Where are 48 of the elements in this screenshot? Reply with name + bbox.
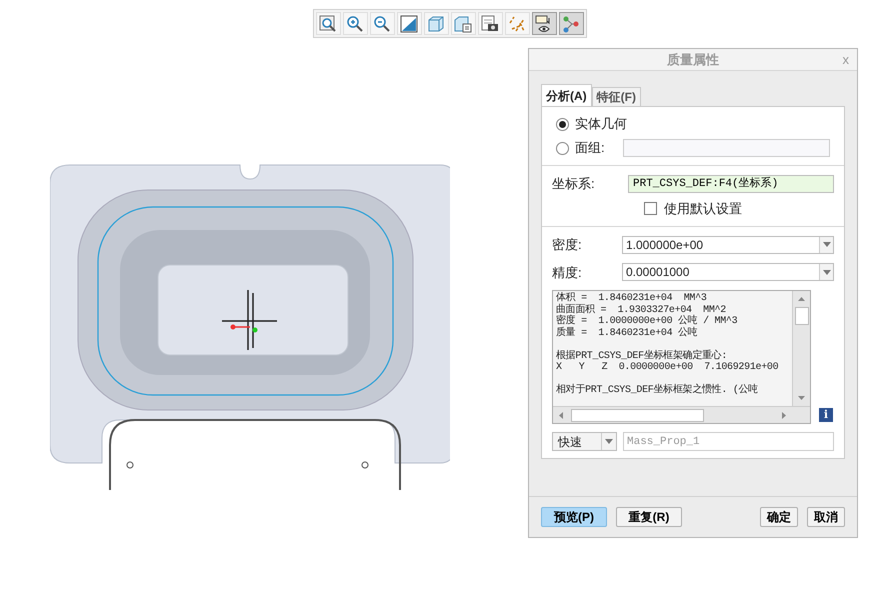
- radio-label: 面组:: [575, 139, 605, 158]
- scroll-thumb[interactable]: [571, 408, 704, 422]
- checkbox[interactable]: [644, 202, 657, 215]
- combo-value: 0.00001000: [625, 264, 690, 280]
- field-label: 坐标系:: [552, 175, 595, 193]
- zoom-in-icon: [346, 14, 364, 32]
- toolbar-button[interactable]: [532, 12, 556, 35]
- tab[interactable]: 特征(F): [592, 87, 641, 106]
- cube-icon: [427, 14, 445, 32]
- name-field[interactable]: Mass_Prop_1: [623, 432, 834, 451]
- dialog-button[interactable]: 取消: [807, 507, 845, 527]
- left-arrow-icon: [559, 412, 563, 418]
- cube-list-icon: [454, 14, 472, 32]
- vertical-scrollbar[interactable]: [792, 291, 810, 406]
- radio-button[interactable]: [556, 142, 569, 154]
- camera-icon: [481, 14, 499, 32]
- tab[interactable]: 分析(A): [541, 84, 592, 106]
- radio-button[interactable]: [556, 118, 569, 130]
- checkbox-label: 使用默认设置: [664, 200, 742, 218]
- radio-label: 实体几何: [575, 115, 627, 134]
- mode-dropdown[interactable]: 快速: [552, 432, 617, 451]
- datum-icon: [508, 14, 526, 32]
- combo-box[interactable]: 1.000000e+00: [622, 236, 834, 254]
- info-button[interactable]: i: [819, 408, 833, 422]
- results-text: 体积 = 1.8460231e+04 MM^3 曲面面积 = 1.9303327e+04 MM^2 密度 = 1.0000000e+00 公吨 / MM^3 质量 = 1.8460231e+04 公吨 根据PRT_CSYS_DEF坐标框架确定重心: X Y Z 0.0000000e+00 7.1069291e+00 相对于PRT_CSYS_DEF坐标框架之惯性. (公吨: [555, 291, 780, 398]
- horizontal-scrollbar[interactable]: [553, 406, 810, 423]
- up-arrow-icon: [798, 297, 805, 301]
- dialog-button[interactable]: 预览(P): [541, 507, 607, 527]
- zoom-out-icon: [373, 14, 391, 32]
- caret-icon: [605, 439, 613, 444]
- zoom-fit-icon: [319, 14, 337, 32]
- nodes-icon: [562, 14, 580, 32]
- field-label: 密度:: [552, 236, 582, 254]
- dialog-title: 质量属性: [667, 50, 719, 69]
- csys-field[interactable]: PRT_CSYS_DEF:F4(坐标系): [628, 174, 834, 193]
- caret-icon: [822, 242, 830, 248]
- down-arrow-icon: [798, 396, 805, 400]
- dialog-button[interactable]: 重复(R): [616, 507, 682, 527]
- right-arrow-icon: [782, 412, 786, 418]
- combo-value: 1.000000e+00: [625, 236, 704, 253]
- input-field[interactable]: [623, 139, 830, 157]
- caret-icon: [822, 270, 830, 275]
- field-label: 精度:: [552, 264, 582, 282]
- scroll-thumb[interactable]: [794, 307, 808, 325]
- repaint-icon: [400, 14, 418, 32]
- dialog-button[interactable]: 确定: [760, 507, 798, 527]
- dropdown-value: 快速: [556, 434, 583, 450]
- combo-box[interactable]: 0.00001000: [622, 263, 834, 282]
